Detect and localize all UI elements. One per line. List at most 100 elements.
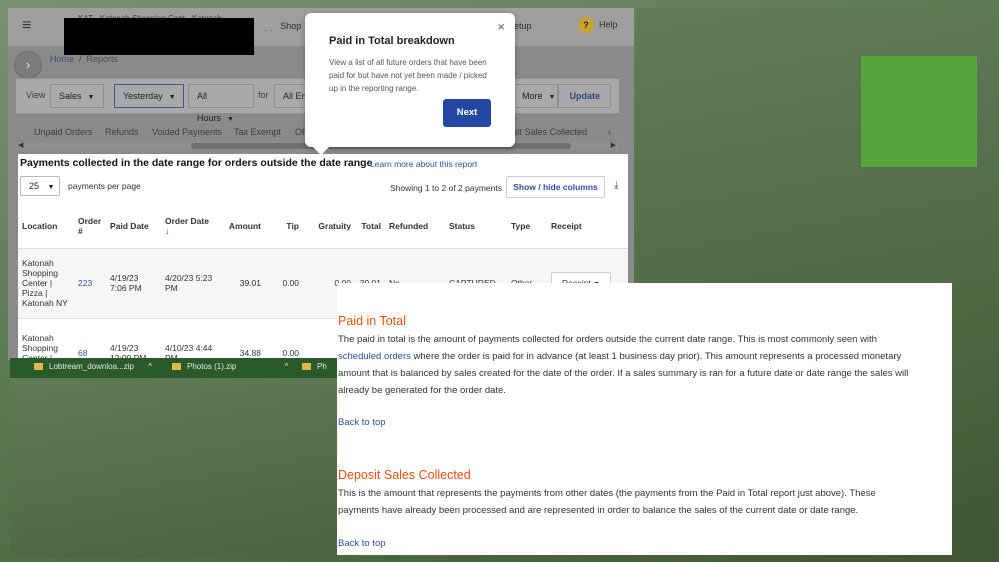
date-value: Yesterday <box>123 91 163 101</box>
chevron-up-icon[interactable]: ^ <box>285 362 289 371</box>
folder-icon <box>34 363 43 371</box>
green-square <box>861 56 977 167</box>
column-header[interactable]: Paid Date <box>106 204 161 249</box>
column-header[interactable]: Order Date ↓ <box>161 204 219 249</box>
column-header[interactable]: Status <box>445 204 507 249</box>
download-icon[interactable]: ⤓ <box>614 180 618 191</box>
scheduled-orders-link[interactable]: scheduled orders <box>338 351 411 362</box>
column-header[interactable]: Receipt <box>547 204 628 249</box>
column-header[interactable]: Total <box>355 204 385 249</box>
tab-refunds[interactable]: Refunds <box>105 127 139 137</box>
popover-title: Paid in Total breakdown <box>329 35 455 47</box>
next-button[interactable]: Next <box>443 99 491 127</box>
tab-tax-exempt[interactable]: Tax Exempt <box>234 127 281 137</box>
amount-cell: 34.88 <box>219 318 265 360</box>
per-page-label: payments per page <box>68 181 141 191</box>
order-cell: 68 <box>74 318 106 360</box>
background-panel <box>10 378 337 558</box>
paid-in-total-popover: × Paid in Total breakdown View a list of… <box>305 13 515 155</box>
table-header-row: Location Order # Paid Date Order Date ↓ … <box>18 204 628 249</box>
section-text-part: The paid in total is the amount of payme… <box>338 334 877 345</box>
view-select[interactable]: Sales ▼ <box>50 84 104 108</box>
section-title-paid-in-total: Paid in Total <box>338 314 406 328</box>
tab-voided-payments[interactable]: Voided Payments <box>152 127 222 137</box>
popover-body: View a list of all future orders that ha… <box>329 58 487 93</box>
section-title-deposit-sales: Deposit Sales Collected <box>338 468 471 482</box>
redacted-block <box>64 18 254 55</box>
download-item[interactable]: Photos (1).zip ^ <box>172 362 288 371</box>
order-link[interactable]: 68 <box>78 348 87 358</box>
view-value: Sales <box>59 91 82 101</box>
view-label: View <box>26 90 46 100</box>
column-header[interactable]: Amount <box>219 204 265 249</box>
column-header[interactable]: Type <box>507 204 547 249</box>
folder-icon <box>302 363 311 371</box>
section-text-paid-in-total: The paid in total is the amount of payme… <box>338 331 918 399</box>
paid-date-cell: 4/19/23 12:09 PM <box>106 318 161 360</box>
caret-down-icon: ▼ <box>548 94 556 101</box>
download-name: Photos (1).zip <box>187 362 237 371</box>
column-header[interactable]: Tip <box>265 204 303 249</box>
per-page-value: 25 <box>29 181 40 191</box>
location-cell: Katonah Shopping Center | Pizza | <box>18 318 74 360</box>
order-cell: 223 <box>74 248 106 319</box>
showing-count: Showing 1 to 2 of 2 payments <box>390 183 502 193</box>
help-nav-item[interactable]: ? Help <box>578 17 618 33</box>
menu-icon[interactable]: ≡ <box>22 17 31 35</box>
order-link[interactable]: 223 <box>78 278 92 288</box>
column-header[interactable]: Location <box>18 204 74 249</box>
report-title: Payments collected in the date range for… <box>20 157 373 169</box>
folder-icon <box>172 363 181 371</box>
caret-down-icon: ▼ <box>168 94 176 101</box>
section-text-part: where the order is paid for in advance (… <box>338 351 909 396</box>
location-cell: Katonah Shopping Center | Pizza | Katona… <box>18 248 74 319</box>
column-header[interactable]: Order # <box>74 204 106 249</box>
breadcrumb-current: Reports <box>86 54 119 64</box>
help-icon: ? <box>578 17 594 33</box>
scroll-right-arrow-icon[interactable]: ▶ <box>611 141 616 149</box>
hours-select[interactable]: All Hours ▼ <box>188 84 254 123</box>
tab-deposit-sales-collected[interactable]: osit Sales Collected <box>508 127 587 137</box>
download-name: Lobtream_downloa...zip <box>49 362 134 371</box>
tip-cell: 0.00 <box>265 248 303 319</box>
tab-unpaid-orders[interactable]: Unpaid Orders <box>34 127 93 137</box>
tabs-scroll-right-icon[interactable]: › <box>608 127 611 137</box>
close-icon[interactable]: × <box>497 19 505 34</box>
back-to-top-link[interactable]: Back to top <box>338 417 386 428</box>
caret-down-icon: ▼ <box>47 184 55 191</box>
amount-cell: 39.01 <box>219 248 265 319</box>
breadcrumb-separator: / <box>79 54 82 64</box>
shop-nav-item[interactable]: 🛒 Shop <box>264 21 301 32</box>
learn-more-link[interactable]: Learn more about this report <box>370 159 477 169</box>
back-to-top-link[interactable]: Back to top <box>338 538 386 549</box>
help-label: Help <box>599 19 618 30</box>
breadcrumb-home[interactable]: Home <box>50 54 74 64</box>
download-item[interactable]: Ph <box>302 362 327 371</box>
column-header[interactable]: Gratuity <box>303 204 355 249</box>
update-button[interactable]: Update <box>558 84 611 108</box>
paid-date-cell: 4/19/23 7:06 PM <box>106 248 161 319</box>
chevron-up-icon[interactable]: ^ <box>148 362 152 371</box>
order-date-cell: 4/20/23 5:23 PM <box>161 248 219 319</box>
download-name: Ph <box>317 362 327 371</box>
for-label: for <box>258 90 269 100</box>
show-hide-columns-button[interactable]: Show / hide columns <box>506 176 605 198</box>
hours-value: All Hours <box>197 91 222 123</box>
download-item[interactable]: Lobtream_downloa...zip ^ <box>34 362 152 371</box>
help-doc-panel: Paid in Total The paid in total is the a… <box>337 283 952 555</box>
more-select[interactable]: More ▼ <box>514 84 558 108</box>
downloads-bar: Lobtream_downloa...zip ^ Photos (1).zip … <box>10 358 337 378</box>
date-select[interactable]: Yesterday ▼ <box>114 84 184 108</box>
section-text-deposit-sales: This is the amount that represents the p… <box>338 488 876 516</box>
tab-other[interactable]: Of <box>295 127 305 137</box>
breadcrumb: Home / Reports <box>50 54 118 64</box>
scroll-left-arrow-icon[interactable]: ◀ <box>18 141 23 149</box>
expand-sidebar-button[interactable]: › <box>14 51 42 79</box>
order-date-cell: 4/10/23 4:44 PM <box>161 318 219 360</box>
caret-down-icon: ▼ <box>87 94 95 101</box>
column-header[interactable]: Refunded <box>385 204 445 249</box>
cart-icon: 🛒 <box>264 21 276 31</box>
per-page-select[interactable]: 25 ▼ <box>20 176 60 196</box>
tip-cell: 0.00 <box>265 318 303 360</box>
more-label: More <box>522 91 543 101</box>
